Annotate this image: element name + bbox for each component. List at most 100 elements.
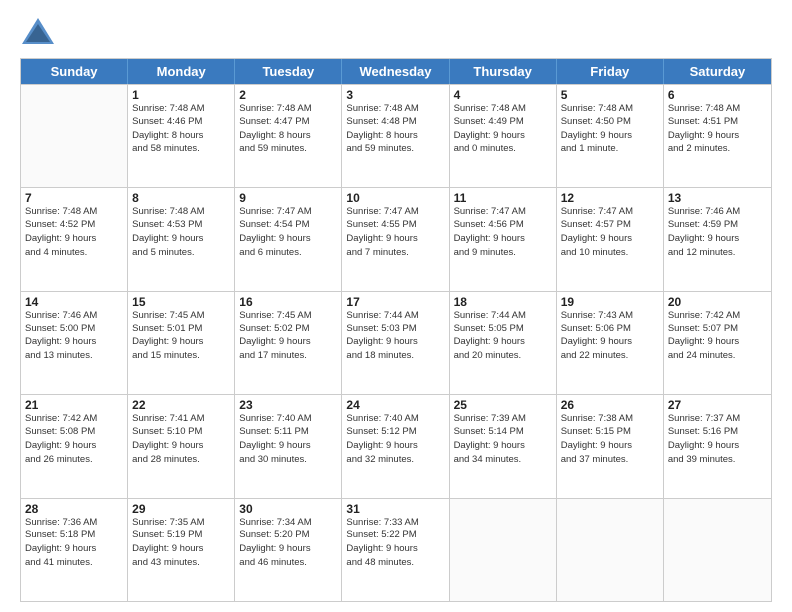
daylight-text: Daylight: 9 hours <box>346 336 444 349</box>
sunset-text: Sunset: 5:18 PM <box>25 529 123 542</box>
sunrise-text: Sunrise: 7:48 AM <box>668 103 767 116</box>
sunset-text: Sunset: 4:52 PM <box>25 219 123 232</box>
day-number: 17 <box>346 295 444 309</box>
daylight-text: Daylight: 9 hours <box>239 440 337 453</box>
sunrise-text: Sunrise: 7:48 AM <box>346 103 444 116</box>
daylight-text: and 9 minutes. <box>454 247 552 260</box>
daylight-text: and 22 minutes. <box>561 350 659 363</box>
sunset-text: Sunset: 4:47 PM <box>239 116 337 129</box>
daylight-text: and 26 minutes. <box>25 454 123 467</box>
daylight-text: and 39 minutes. <box>668 454 767 467</box>
sunrise-text: Sunrise: 7:41 AM <box>132 413 230 426</box>
day-number: 26 <box>561 398 659 412</box>
sunrise-text: Sunrise: 7:36 AM <box>25 517 123 530</box>
sunset-text: Sunset: 4:53 PM <box>132 219 230 232</box>
daylight-text: and 41 minutes. <box>25 557 123 570</box>
daylight-text: and 2 minutes. <box>668 143 767 156</box>
sunrise-text: Sunrise: 7:35 AM <box>132 517 230 530</box>
sunrise-text: Sunrise: 7:44 AM <box>346 310 444 323</box>
sunset-text: Sunset: 5:16 PM <box>668 426 767 439</box>
calendar-body: 1Sunrise: 7:48 AMSunset: 4:46 PMDaylight… <box>21 84 771 601</box>
sunrise-text: Sunrise: 7:48 AM <box>132 206 230 219</box>
day-number: 9 <box>239 191 337 205</box>
day-number: 30 <box>239 502 337 516</box>
day-number: 6 <box>668 88 767 102</box>
logo <box>20 16 62 48</box>
daylight-text: Daylight: 9 hours <box>454 233 552 246</box>
day-number: 22 <box>132 398 230 412</box>
daylight-text: Daylight: 9 hours <box>668 130 767 143</box>
daylight-text: Daylight: 9 hours <box>561 336 659 349</box>
weekday-header: Wednesday <box>342 59 449 84</box>
day-number: 2 <box>239 88 337 102</box>
daylight-text: and 48 minutes. <box>346 557 444 570</box>
sunset-text: Sunset: 4:54 PM <box>239 219 337 232</box>
sunset-text: Sunset: 5:20 PM <box>239 529 337 542</box>
sunrise-text: Sunrise: 7:42 AM <box>25 413 123 426</box>
daylight-text: and 17 minutes. <box>239 350 337 363</box>
day-number: 13 <box>668 191 767 205</box>
logo-icon <box>20 16 56 48</box>
daylight-text: and 13 minutes. <box>25 350 123 363</box>
sunrise-text: Sunrise: 7:42 AM <box>668 310 767 323</box>
daylight-text: and 43 minutes. <box>132 557 230 570</box>
calendar-cell: 3Sunrise: 7:48 AMSunset: 4:48 PMDaylight… <box>342 85 449 187</box>
daylight-text: and 12 minutes. <box>668 247 767 260</box>
daylight-text: Daylight: 9 hours <box>25 543 123 556</box>
daylight-text: Daylight: 9 hours <box>25 233 123 246</box>
calendar-cell: 13Sunrise: 7:46 AMSunset: 4:59 PMDayligh… <box>664 188 771 290</box>
day-number: 18 <box>454 295 552 309</box>
day-number: 23 <box>239 398 337 412</box>
calendar-cell: 14Sunrise: 7:46 AMSunset: 5:00 PMDayligh… <box>21 292 128 394</box>
day-number: 24 <box>346 398 444 412</box>
daylight-text: and 37 minutes. <box>561 454 659 467</box>
sunrise-text: Sunrise: 7:48 AM <box>132 103 230 116</box>
weekday-header: Sunday <box>21 59 128 84</box>
daylight-text: Daylight: 9 hours <box>132 440 230 453</box>
sunrise-text: Sunrise: 7:37 AM <box>668 413 767 426</box>
daylight-text: Daylight: 8 hours <box>132 130 230 143</box>
sunset-text: Sunset: 4:48 PM <box>346 116 444 129</box>
calendar-cell: 30Sunrise: 7:34 AMSunset: 5:20 PMDayligh… <box>235 499 342 601</box>
header <box>20 16 772 48</box>
sunset-text: Sunset: 5:01 PM <box>132 323 230 336</box>
sunrise-text: Sunrise: 7:40 AM <box>346 413 444 426</box>
day-number: 4 <box>454 88 552 102</box>
sunset-text: Sunset: 5:14 PM <box>454 426 552 439</box>
calendar-row: 14Sunrise: 7:46 AMSunset: 5:00 PMDayligh… <box>21 291 771 394</box>
calendar-cell: 7Sunrise: 7:48 AMSunset: 4:52 PMDaylight… <box>21 188 128 290</box>
calendar-row: 21Sunrise: 7:42 AMSunset: 5:08 PMDayligh… <box>21 394 771 497</box>
sunset-text: Sunset: 5:08 PM <box>25 426 123 439</box>
sunrise-text: Sunrise: 7:47 AM <box>239 206 337 219</box>
calendar: SundayMondayTuesdayWednesdayThursdayFrid… <box>20 58 772 602</box>
daylight-text: and 6 minutes. <box>239 247 337 260</box>
sunrise-text: Sunrise: 7:45 AM <box>239 310 337 323</box>
calendar-row: 1Sunrise: 7:48 AMSunset: 4:46 PMDaylight… <box>21 84 771 187</box>
daylight-text: Daylight: 9 hours <box>668 233 767 246</box>
calendar-cell: 10Sunrise: 7:47 AMSunset: 4:55 PMDayligh… <box>342 188 449 290</box>
calendar-cell: 26Sunrise: 7:38 AMSunset: 5:15 PMDayligh… <box>557 395 664 497</box>
sunset-text: Sunset: 5:02 PM <box>239 323 337 336</box>
sunset-text: Sunset: 5:22 PM <box>346 529 444 542</box>
calendar-cell: 5Sunrise: 7:48 AMSunset: 4:50 PMDaylight… <box>557 85 664 187</box>
daylight-text: Daylight: 9 hours <box>239 336 337 349</box>
daylight-text: Daylight: 9 hours <box>561 440 659 453</box>
sunrise-text: Sunrise: 7:48 AM <box>239 103 337 116</box>
day-number: 1 <box>132 88 230 102</box>
daylight-text: and 0 minutes. <box>454 143 552 156</box>
calendar-cell: 12Sunrise: 7:47 AMSunset: 4:57 PMDayligh… <box>557 188 664 290</box>
calendar-cell <box>664 499 771 601</box>
weekday-header: Tuesday <box>235 59 342 84</box>
day-number: 8 <box>132 191 230 205</box>
daylight-text: Daylight: 9 hours <box>561 130 659 143</box>
daylight-text: and 5 minutes. <box>132 247 230 260</box>
day-number: 20 <box>668 295 767 309</box>
weekday-header: Saturday <box>664 59 771 84</box>
daylight-text: Daylight: 9 hours <box>25 440 123 453</box>
daylight-text: Daylight: 9 hours <box>132 233 230 246</box>
calendar-header-row: SundayMondayTuesdayWednesdayThursdayFrid… <box>21 59 771 84</box>
sunrise-text: Sunrise: 7:48 AM <box>25 206 123 219</box>
calendar-cell: 2Sunrise: 7:48 AMSunset: 4:47 PMDaylight… <box>235 85 342 187</box>
sunrise-text: Sunrise: 7:40 AM <box>239 413 337 426</box>
sunrise-text: Sunrise: 7:39 AM <box>454 413 552 426</box>
